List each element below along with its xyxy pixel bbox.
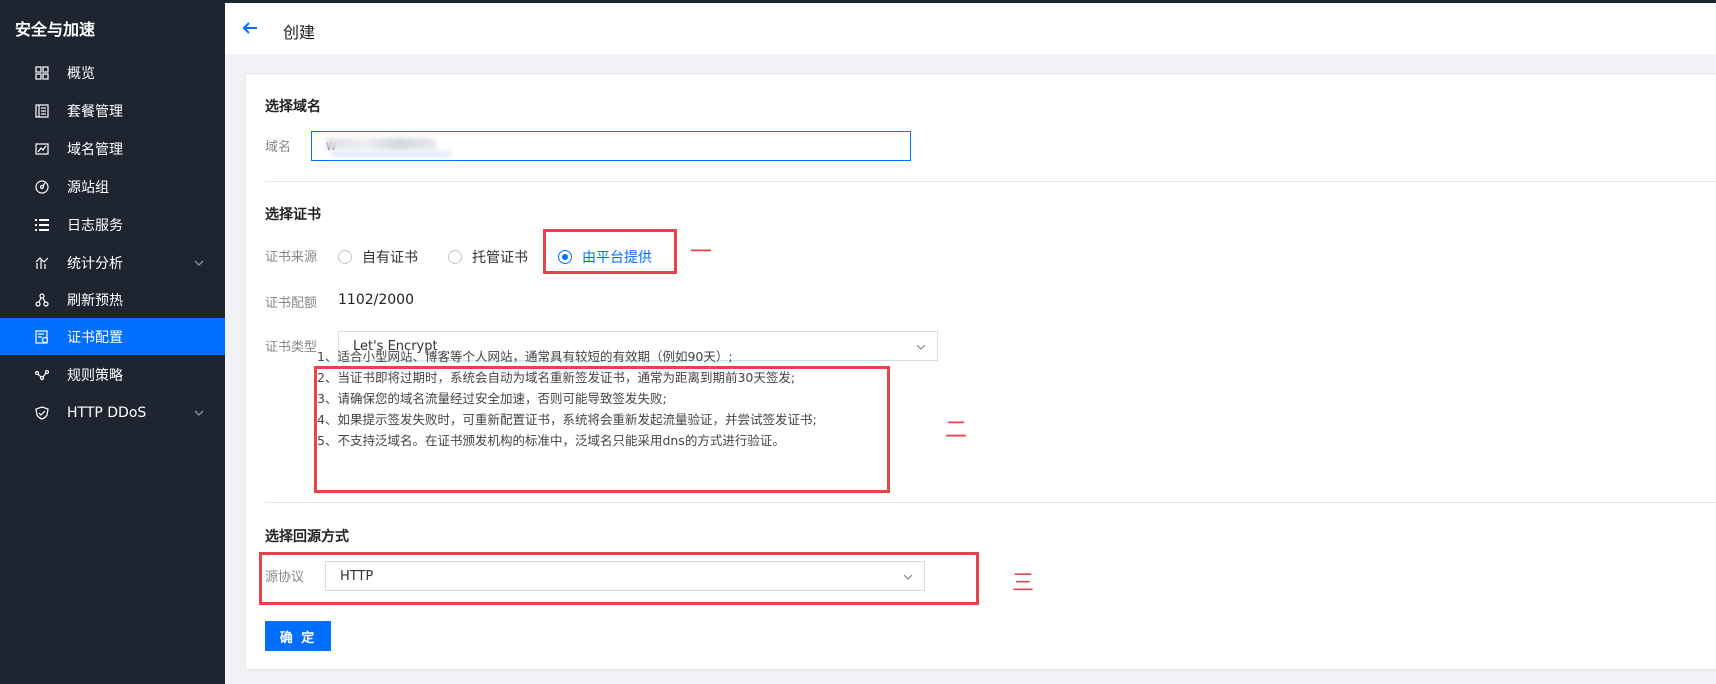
sidebar-item-http-ddos[interactable]: HTTP DDoS: [0, 394, 225, 431]
domain-label: 域名: [265, 140, 292, 155]
chevron-down-icon: [916, 344, 926, 350]
protocol-value: HTTP: [340, 568, 374, 584]
annotation-mark-1: 一: [690, 240, 713, 265]
sidebar-item-label: 域名管理: [67, 141, 123, 158]
chevron-down-icon: [903, 574, 913, 580]
confirm-button[interactable]: 确 定: [265, 621, 331, 651]
origin-icon: [34, 179, 50, 195]
chevron-down-icon: [194, 410, 204, 416]
chevron-down-icon: [194, 260, 204, 266]
package-icon: [34, 103, 50, 119]
divider: [265, 181, 1716, 182]
refresh-icon: [34, 292, 50, 308]
cert-quota-value: 1102/2000: [338, 292, 414, 308]
protocol-select[interactable]: HTTP: [325, 561, 925, 591]
chart-icon: [34, 255, 50, 271]
radio-circle: [558, 250, 572, 264]
sidebar-item-label: 套餐管理: [67, 103, 123, 120]
grid-icon: [34, 65, 50, 81]
sidebar-item-label: 源站组: [67, 179, 109, 196]
certificate-icon: [34, 329, 50, 345]
domain-icon: [34, 141, 50, 157]
sidebar-item-origin-group[interactable]: 源站组: [0, 168, 225, 205]
sidebar-title: 安全与加速: [15, 20, 96, 39]
note-line: 2、当证书即将过期时，系统会自动为域名重新签发证书，通常为距离到期前30天签发;: [317, 370, 796, 385]
header-bar: 创建: [225, 0, 1716, 54]
cert-type-label: 证书类型: [265, 340, 318, 355]
cert-notes: 1、适合小型网站、博客等个人网站，通常具有较短的有效期（例如90天）; 2、当证…: [317, 346, 817, 451]
create-form-card: 选择域名 域名 选择证书 证书来源 自有证书 托管证书 由平台提供 证书配额 1…: [245, 73, 1716, 670]
radio-hosted-cert[interactable]: 托管证书: [448, 247, 528, 267]
radio-label: 由平台提供: [582, 250, 652, 266]
rule-icon: [34, 367, 50, 383]
note-line: 1、适合小型网站、博客等个人网站，通常具有较短的有效期（例如90天）;: [317, 349, 733, 364]
shield-icon: [34, 405, 50, 421]
redacted-domain: [326, 138, 436, 150]
radio-platform-cert[interactable]: 由平台提供: [558, 247, 652, 267]
sidebar-item-label: 规则策略: [67, 367, 123, 384]
sidebar-item-label: 统计分析: [67, 255, 123, 272]
back-arrow-icon[interactable]: [241, 19, 259, 37]
list-icon: [34, 217, 50, 233]
cert-source-label: 证书来源: [265, 250, 318, 265]
cert-quota-label: 证书配额: [265, 296, 318, 311]
sidebar-item-rules[interactable]: 规则策略: [0, 356, 225, 393]
note-line: 3、请确保您的域名流量经过安全加速，否则可能导致签发失败;: [317, 391, 667, 406]
sidebar-item-label: 日志服务: [67, 217, 123, 234]
sidebar-item-domains[interactable]: 域名管理: [0, 130, 225, 167]
sidebar-item-label: 概览: [67, 65, 95, 82]
sidebar-item-certificates[interactable]: 证书配置: [0, 318, 225, 355]
annotation-mark-2: 二: [945, 418, 968, 443]
sidebar: 安全与加速 概览 套餐管理 域名管理 源站组 日志服务 统计分析 刷新预热 证书…: [0, 0, 225, 684]
domain-section-title: 选择域名: [265, 99, 321, 115]
cert-section-title: 选择证书: [265, 207, 321, 223]
page-title: 创建: [283, 23, 316, 42]
divider: [265, 502, 1716, 503]
protocol-label: 源协议: [265, 570, 305, 585]
sidebar-item-label: 刷新预热: [67, 292, 123, 309]
redacted-underline: [331, 151, 451, 157]
origin-section-title: 选择回源方式: [265, 529, 349, 545]
radio-circle: [448, 250, 462, 264]
note-line: 5、不支持泛域名。在证书颁发机构的标准中，泛域名只能采用dns的方式进行验证。: [317, 433, 785, 448]
radio-label: 托管证书: [472, 250, 528, 266]
note-line: 4、如果提示签发失败时，可重新配置证书，系统将会重新发起流量验证，并尝试签发证书…: [317, 412, 817, 427]
radio-own-cert[interactable]: 自有证书: [338, 247, 418, 267]
sidebar-item-logs[interactable]: 日志服务: [0, 206, 225, 243]
sidebar-item-label: HTTP DDoS: [67, 404, 147, 421]
sidebar-item-packages[interactable]: 套餐管理: [0, 92, 225, 129]
sidebar-item-refresh[interactable]: 刷新预热: [0, 281, 225, 318]
sidebar-item-overview[interactable]: 概览: [0, 54, 225, 91]
annotation-mark-3: 三: [1012, 571, 1035, 596]
radio-circle: [338, 250, 352, 264]
sidebar-item-analytics[interactable]: 统计分析: [0, 244, 225, 281]
sidebar-item-label: 证书配置: [67, 329, 123, 346]
radio-label: 自有证书: [362, 250, 418, 266]
